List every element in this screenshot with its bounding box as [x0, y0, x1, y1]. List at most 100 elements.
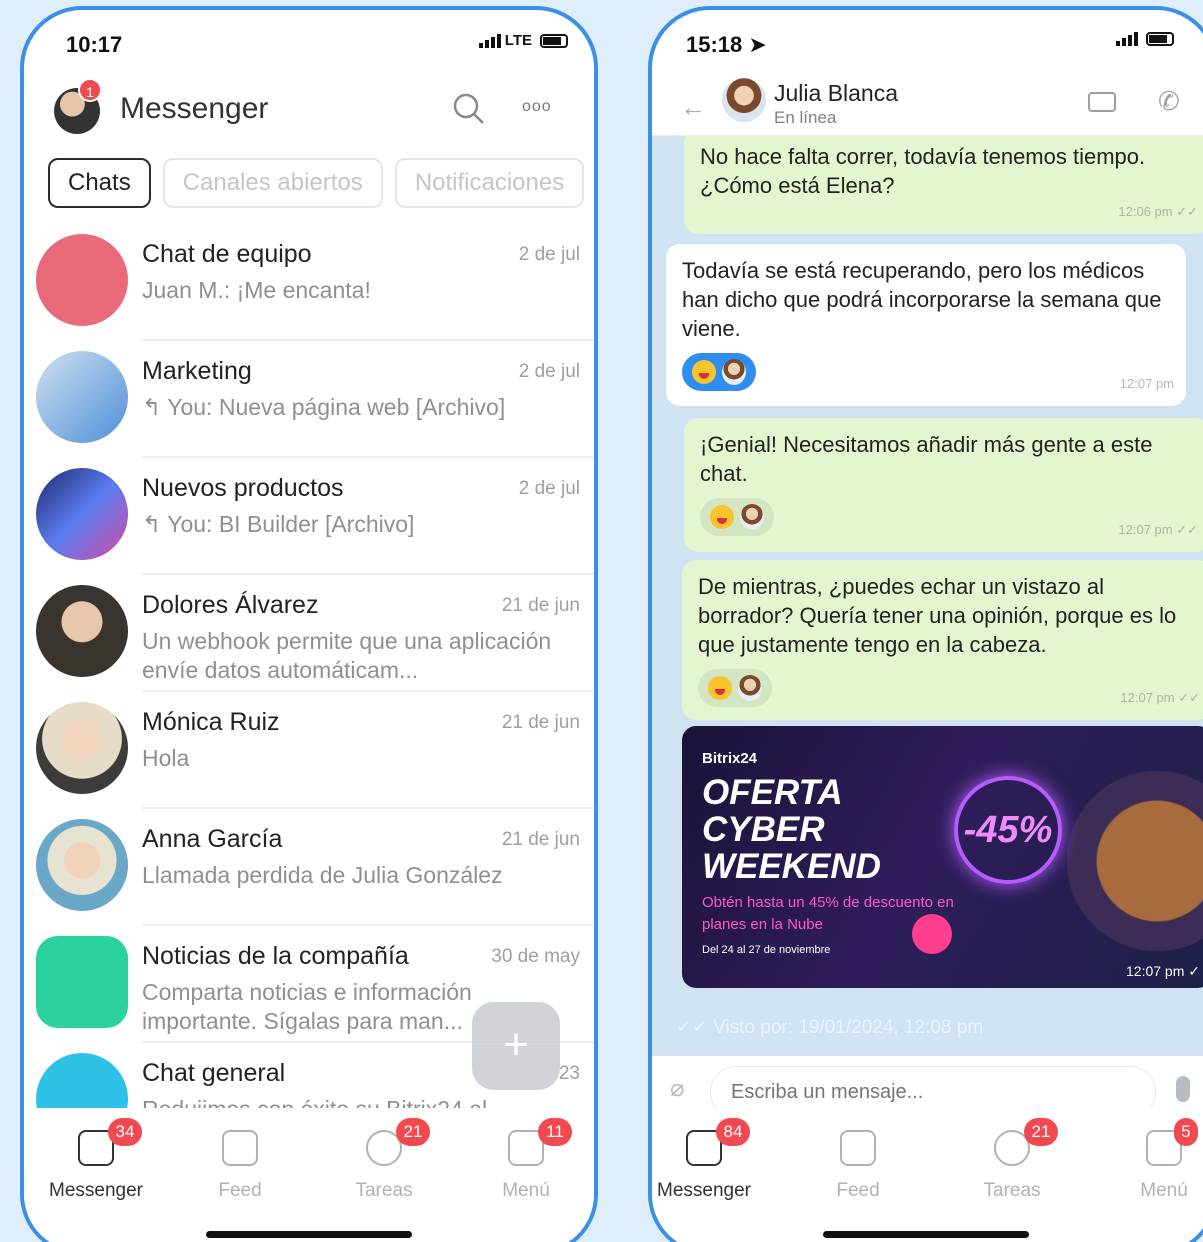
tab-label: Feed	[836, 1180, 880, 1201]
profile-avatar[interactable]: 1	[54, 78, 102, 134]
reactions[interactable]	[682, 353, 756, 391]
message-text: De mientras, ¿puedes echar un vistazo al…	[698, 574, 1177, 657]
chat-avatar	[36, 819, 128, 911]
chat-row[interactable]: Chat de equipo 2 de jul Juan M.: ¡Me enc…	[24, 224, 594, 341]
message-text: No hace falta correr, todavía tenemos ti…	[700, 144, 1146, 198]
back-arrow-icon[interactable]: ←	[680, 92, 706, 123]
network-label: LTE	[504, 32, 532, 49]
message-bubble-outgoing[interactable]: ¡Genial! Necesitamos añadir más gente a …	[684, 418, 1203, 552]
reactions[interactable]	[700, 498, 774, 536]
chat-name: Chat general	[142, 1059, 286, 1087]
signal-icon	[1116, 32, 1138, 46]
tab-tasks[interactable]: 21 Tareas	[324, 1118, 444, 1202]
tab-menu[interactable]: 11 Menú	[466, 1118, 586, 1202]
tab-label: Tareas	[983, 1180, 1041, 1201]
tab-label: Feed	[218, 1180, 262, 1201]
chat-row[interactable]: Nuevos productos 2 de jul ↰ You: BI Buil…	[24, 458, 594, 575]
message-time: 12:06 pm ✓✓	[1118, 204, 1198, 219]
chat-name: Dolores Álvarez	[142, 591, 319, 619]
tab-open-channels[interactable]: Canales abiertos	[162, 158, 383, 208]
chat-conversation-phone: 15:18 ➤ ← Julia Blanca En línea ✆ No hac…	[648, 6, 1203, 1242]
chat-name: Nuevos productos	[142, 474, 344, 502]
chat-name: Noticias de la compañía	[142, 942, 409, 970]
promo-image-message[interactable]: Bitrix24 OFERTA CYBER WEEKEND -45% Obtén…	[682, 726, 1203, 988]
chat-name: Mónica Ruiz	[142, 708, 280, 736]
message-text: ¡Genial! Necesitamos añadir más gente a …	[700, 432, 1153, 486]
home-indicator	[823, 1231, 1029, 1238]
chat-row[interactable]: Marketing 2 de jul ↰ You: Nueva página w…	[24, 341, 594, 458]
chat-preview: ↰ You: Nueva página web [Archivo]	[142, 394, 506, 420]
chat-avatar	[36, 585, 128, 677]
reactor-avatar	[722, 359, 746, 385]
news-icon	[36, 936, 128, 1028]
heart-eyes-emoji-icon	[710, 505, 734, 529]
chat-avatar	[36, 351, 128, 443]
chat-date: 21 de jun	[501, 712, 580, 733]
tab-label: Menú	[502, 1180, 550, 1201]
heart-eyes-emoji-icon	[708, 676, 732, 700]
tasks-badge: 21	[396, 1118, 430, 1146]
feed-icon	[840, 1130, 876, 1166]
tab-feed[interactable]: Feed	[180, 1122, 300, 1202]
phone-call-icon[interactable]: ✆	[1158, 86, 1180, 117]
chat-bubble-icon	[36, 1053, 128, 1114]
chat-name: Marketing	[142, 357, 252, 385]
tab-messenger[interactable]: 84 Messenger	[652, 1118, 764, 1202]
chat-preview: Juan M.: ¡Me encanta!	[142, 277, 371, 303]
bottom-tab-bar: 34 Messenger Feed 21 Tareas 11 Menú	[24, 1108, 594, 1238]
message-thread: No hace falta correr, todavía tenemos ti…	[652, 136, 1203, 1056]
promo-brand: Bitrix24	[702, 750, 758, 767]
tab-messenger[interactable]: 34 Messenger	[36, 1118, 156, 1202]
message-time: 12:07 pm ✓	[1126, 963, 1200, 979]
tab-chats[interactable]: Chats	[48, 158, 151, 208]
new-chat-button[interactable]: +	[472, 1002, 560, 1090]
chat-date: 2 de jul	[518, 361, 580, 382]
attach-icon[interactable]: ⌀	[670, 1074, 684, 1103]
chat-tabs: Chats Canales abiertos Notificaciones	[48, 158, 594, 208]
tab-tasks[interactable]: 21 Tareas	[952, 1118, 1072, 1202]
messenger-badge: 84	[716, 1118, 750, 1146]
contact-avatar[interactable]	[722, 78, 766, 122]
message-bubble-incoming[interactable]: Todavía se está recuperando, pero los mé…	[666, 244, 1186, 406]
status-time: 10:17	[66, 32, 123, 57]
chat-preview: Hola	[142, 745, 190, 771]
message-bubble-outgoing[interactable]: No hace falta correr, todavía tenemos ti…	[684, 136, 1203, 234]
profile-badge: 1	[78, 78, 102, 102]
message-bubble-outgoing[interactable]: De mientras, ¿puedes echar un vistazo al…	[682, 560, 1203, 720]
chat-row[interactable]: Dolores Álvarez 21 de jun Un webhook per…	[24, 575, 594, 692]
chat-date: 30 de may	[491, 946, 580, 967]
promo-dates: Del 24 al 27 de noviembre	[702, 944, 831, 956]
feed-icon	[222, 1130, 258, 1166]
bottom-tab-bar: 84 Messenger Feed 21 Tareas 5 Menú	[652, 1108, 1203, 1238]
signal-icon	[478, 33, 501, 48]
tab-feed[interactable]: Feed	[798, 1122, 918, 1202]
heart-eyes-emoji-icon	[692, 360, 716, 384]
video-call-icon[interactable]	[1088, 92, 1116, 112]
seen-receipt: ✓✓ Visto por: 19/01/2024, 12:08 pm	[676, 1017, 984, 1038]
message-time: 12:07 pm ✓✓	[1118, 522, 1198, 537]
microphone-icon[interactable]	[1176, 1076, 1190, 1102]
tab-menu[interactable]: 5 Menú	[1104, 1118, 1203, 1202]
status-bar: 15:18 ➤	[652, 10, 1203, 70]
more-icon[interactable]: ooo	[522, 98, 552, 116]
tab-notifications[interactable]: Notificaciones	[394, 158, 585, 208]
tab-label: Menú	[1140, 1180, 1188, 1201]
chat-preview: Llamada perdida de Julia González	[142, 862, 503, 888]
contact-status: En línea	[774, 108, 837, 127]
chat-row[interactable]: Anna García 21 de jun Llamada perdida de…	[24, 809, 594, 926]
chat-preview: ↰ You: BI Builder [Archivo]	[142, 511, 415, 537]
reactions[interactable]	[698, 669, 772, 707]
menu-badge: 11	[538, 1118, 572, 1146]
battery-icon	[540, 33, 568, 48]
app-header: 1 Messenger ooo	[24, 78, 594, 148]
chat-date: 2 de jul	[518, 478, 580, 499]
promo-discount: -45%	[954, 776, 1062, 884]
status-bar: 10:17 LTE	[24, 10, 594, 70]
messenger-badge: 34	[108, 1118, 142, 1146]
chat-preview: Un webhook permite que una aplicación en…	[142, 628, 552, 683]
home-indicator	[206, 1231, 412, 1238]
search-icon[interactable]	[452, 92, 486, 126]
contact-name[interactable]: Julia Blanca	[774, 80, 898, 107]
tasks-badge: 21	[1024, 1118, 1058, 1146]
chat-row[interactable]: Mónica Ruiz 21 de jun Hola	[24, 692, 594, 809]
